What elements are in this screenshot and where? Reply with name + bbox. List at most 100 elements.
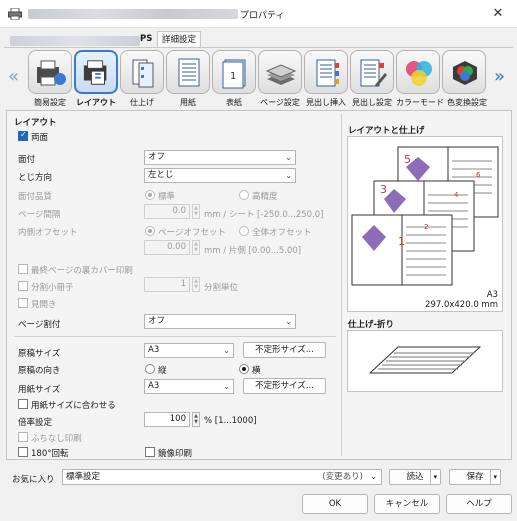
paper-size-select[interactable]: A3 ⌄ — [144, 379, 234, 394]
page-offset-radio[interactable] — [145, 226, 155, 236]
tool-label-page-setup: ページ設定 — [260, 98, 300, 107]
back-cover-checkbox[interactable] — [18, 264, 28, 274]
binding-label: 面付 — [18, 155, 36, 165]
title-bar: プロパティ ✕ — [0, 0, 517, 28]
tool-label-color-convert: 色変換設定 — [447, 98, 487, 107]
spread-label: 見開き — [31, 300, 57, 310]
quality-high-label: 高精度 — [252, 192, 278, 202]
page-split-label: ページ割付 — [18, 320, 61, 330]
section-divider — [14, 336, 336, 337]
inner-offset-input[interactable]: 0.00 — [144, 240, 190, 255]
tool-paper[interactable] — [166, 50, 210, 94]
page-split-select[interactable]: オフ ⌄ — [144, 314, 296, 329]
column-divider — [341, 114, 342, 456]
tab-advanced[interactable]: 詳細設定 — [157, 31, 201, 48]
scroll-right-icon[interactable]: » — [494, 66, 505, 87]
tool-label-tab-insert: 見出し挿入 — [306, 98, 346, 107]
page-offset-label: ページオフセット — [158, 228, 226, 238]
finish-preview — [347, 330, 503, 392]
spread-checkbox[interactable] — [18, 298, 28, 308]
split-booklet-label: 分割小冊子 — [31, 283, 74, 293]
original-size-select[interactable]: A3 ⌄ — [144, 343, 234, 358]
original-size-value: A3 — [148, 345, 160, 355]
inner-offset-stepper[interactable]: ▲ ▼ — [192, 240, 200, 255]
landscape-label: 横 — [252, 366, 261, 376]
favorites-select[interactable]: 標準設定 (変更あり) ⌄ — [62, 469, 382, 485]
ok-button[interactable]: OK — [302, 494, 368, 514]
printer-icon — [8, 8, 22, 20]
preview-title: レイアウトと仕上げ — [348, 126, 425, 136]
binding-select[interactable]: オフ ⌄ — [144, 150, 296, 165]
binding-value: オフ — [148, 152, 166, 162]
tab-main-redacted[interactable] — [10, 36, 140, 46]
duplex-label: 両面 — [31, 133, 49, 143]
layout-icon — [83, 60, 107, 85]
original-custom-size-button[interactable]: 不定形サイズ... — [243, 342, 326, 358]
tab-insert-icon — [316, 59, 339, 87]
quality-high-radio[interactable] — [239, 190, 249, 200]
split-booklet-checkbox[interactable] — [18, 281, 28, 291]
fold-illustration — [368, 346, 482, 374]
split-booklet-stepper[interactable]: ▲ ▼ — [192, 277, 200, 292]
caret-down-icon[interactable]: ▾ — [490, 470, 497, 484]
paper-custom-size-button[interactable]: 不定形サイズ... — [243, 378, 326, 394]
zoom-stepper[interactable]: ▲ ▼ — [192, 412, 200, 427]
split-booklet-input[interactable]: 1 — [144, 277, 190, 292]
tab-main-label[interactable]: PS — [140, 34, 152, 44]
split-booklet-unit: 分割単位 — [204, 283, 239, 293]
zoom-input[interactable]: 100 — [144, 412, 190, 427]
scroll-left-icon[interactable]: « — [8, 66, 19, 87]
rotate180-checkbox[interactable] — [18, 447, 28, 457]
favorites-label: お気に入り — [12, 475, 55, 485]
page-split-value: オフ — [148, 316, 166, 326]
portrait-label: 縦 — [158, 366, 167, 376]
tab-divider — [4, 47, 513, 48]
page-spacing-input[interactable]: 0.0 — [144, 204, 190, 219]
svg-text:1: 1 — [230, 71, 236, 82]
tool-label-finishing: 仕上げ — [130, 98, 154, 107]
chevron-down-icon: ⌄ — [285, 153, 292, 162]
imposition-quality-label: 面付品質 — [18, 192, 53, 202]
tool-tab-setup[interactable] — [350, 50, 394, 94]
duplex-checkbox[interactable] — [18, 130, 28, 141]
mirror-checkbox[interactable] — [145, 447, 155, 457]
binding-direction-select[interactable]: 左とじ ⌄ — [144, 168, 296, 183]
tool-cover[interactable]: 1 — [212, 50, 256, 94]
zoom-unit: % [1...1000] — [204, 416, 257, 426]
close-button[interactable]: ✕ — [488, 6, 508, 22]
chevron-down-icon: ⌄ — [285, 171, 292, 180]
total-offset-radio[interactable] — [239, 226, 249, 236]
inner-offset-label: 内側オフセット — [18, 228, 78, 238]
quality-standard-label: 標準 — [158, 192, 176, 202]
page-number-6: 6 — [476, 171, 481, 179]
total-offset-label: 全体オフセット — [252, 228, 312, 238]
borderless-checkbox[interactable] — [18, 432, 28, 442]
tool-color-convert[interactable] — [442, 50, 486, 94]
read-button-label: 読込 — [406, 472, 424, 482]
tool-tab-insert[interactable] — [304, 50, 348, 94]
quick-setup-icon — [37, 60, 66, 86]
mirror-label: 鏡像印刷 — [158, 449, 193, 459]
tool-finishing[interactable] — [120, 50, 164, 94]
save-button[interactable]: 保存 ▾ — [449, 469, 501, 485]
tool-label-cover: 表紙 — [226, 98, 242, 107]
portrait-radio[interactable] — [145, 364, 155, 374]
chevron-down-icon: ⌄ — [223, 382, 230, 391]
fit-to-paper-checkbox[interactable] — [18, 399, 28, 409]
tool-page-setup[interactable] — [258, 50, 302, 94]
tool-color-mode[interactable] — [396, 50, 440, 94]
landscape-radio[interactable] — [239, 364, 249, 374]
caret-down-icon[interactable]: ▾ — [430, 470, 437, 484]
quality-standard-radio[interactable] — [145, 190, 155, 200]
cancel-button[interactable]: キャンセル — [374, 494, 440, 514]
page-spacing-stepper[interactable]: ▲ ▼ — [192, 204, 200, 219]
tool-quick-setup[interactable] — [28, 50, 72, 94]
tool-label-color-mode: カラーモード — [396, 98, 444, 107]
rotate180-label: 180°回転 — [31, 449, 69, 459]
tool-layout[interactable] — [74, 50, 118, 94]
read-button[interactable]: 読込 ▾ — [389, 469, 441, 485]
window-title-redacted — [28, 9, 238, 19]
help-button[interactable]: ヘルプ — [446, 494, 512, 514]
tool-label-quick-setup: 簡易設定 — [34, 98, 66, 107]
cover-icon: 1 — [222, 59, 246, 89]
